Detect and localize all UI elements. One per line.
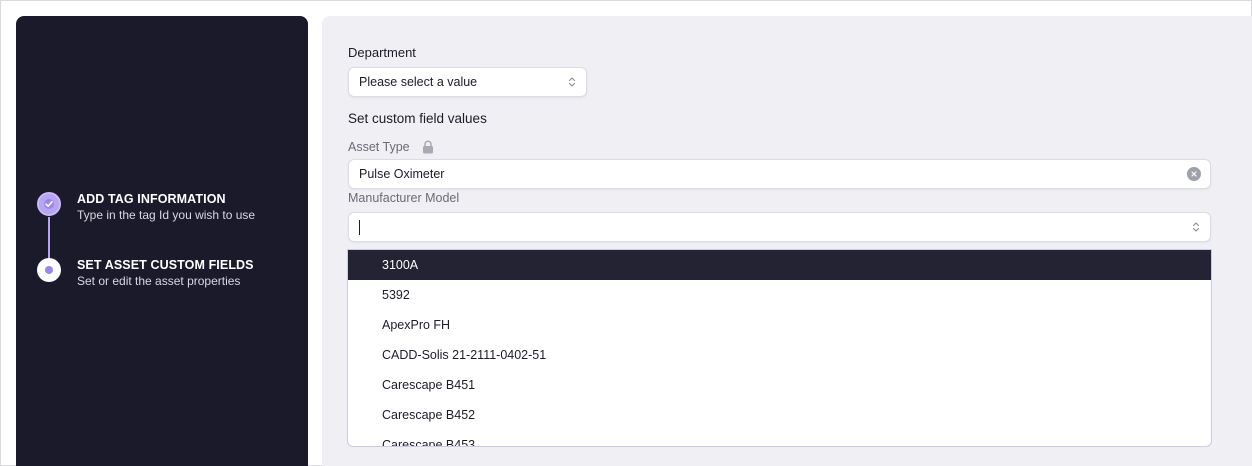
step-subtitle: Set or edit the asset properties (77, 274, 241, 288)
dropdown-option[interactable]: ApexPro FH (348, 310, 1211, 340)
asset-type-field[interactable]: Pulse Oximeter (348, 159, 1211, 189)
manufacturer-model-input[interactable] (348, 212, 1211, 242)
stepper-panel (16, 16, 308, 466)
chevron-up-down-icon (568, 77, 576, 87)
department-label: Department (348, 45, 416, 60)
step-add-tag-information[interactable]: ADD TAG INFORMATION Type in the tag Id y… (37, 192, 255, 223)
dropdown-option[interactable]: Carescape B451 (348, 370, 1211, 400)
step-title: ADD TAG INFORMATION (77, 192, 226, 206)
dropdown-option[interactable]: 3100A (348, 250, 1211, 280)
dropdown-option[interactable]: CADD-Solis 21-2111-0402-51 (348, 340, 1211, 370)
step-subtitle: Type in the tag Id you wish to use (77, 208, 256, 222)
department-select-value: Please select a value (359, 75, 478, 89)
manufacturer-model-dropdown: 3100A 5392 ApexPro FH CADD-Solis 21-2111… (347, 249, 1212, 447)
app-frame: ADD TAG INFORMATION Type in the tag Id y… (0, 0, 1252, 466)
asset-type-label: Asset Type (348, 140, 410, 154)
step-title: SET ASSET CUSTOM FIELDS (77, 258, 254, 272)
dropdown-option[interactable]: Carescape B453 (348, 430, 1211, 446)
lock-icon (423, 140, 433, 154)
chevron-up-down-icon (1192, 222, 1200, 232)
dropdown-option[interactable]: Carescape B452 (348, 400, 1211, 430)
custom-fields-title: Set custom field values (348, 111, 487, 126)
clear-x-icon[interactable] (1187, 167, 1201, 181)
radio-dot-icon (37, 258, 61, 282)
check-circle-icon (37, 192, 61, 216)
text-caret (359, 219, 360, 235)
asset-type-value: Pulse Oximeter (359, 167, 445, 181)
manufacturer-model-label: Manufacturer Model (348, 191, 460, 205)
step-set-asset-custom-fields[interactable]: SET ASSET CUSTOM FIELDS Set or edit the … (37, 258, 254, 289)
dropdown-option[interactable]: 5392 (348, 280, 1211, 310)
department-select[interactable]: Please select a value (348, 67, 587, 97)
